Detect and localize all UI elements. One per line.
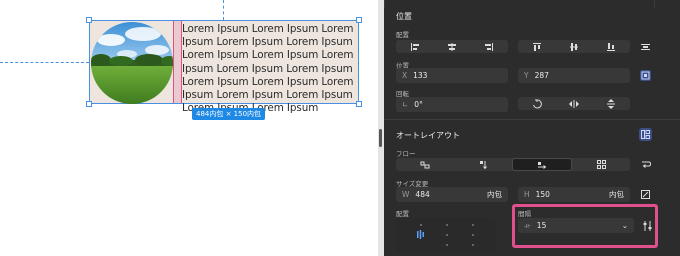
rotation-icon: ∟ — [402, 100, 409, 109]
horizontal-align-group — [396, 40, 508, 53]
rotate-90-button[interactable] — [518, 97, 555, 110]
align-right-icon — [485, 42, 494, 51]
distribute-icon — [641, 43, 650, 50]
h-key: H — [524, 190, 530, 199]
design-canvas[interactable]: Lorem Ipsum Lorem Ipsum Lorem Ipsum Lore… — [0, 0, 384, 256]
x-key: X — [402, 71, 408, 80]
flow-direction-group — [396, 158, 630, 171]
align-dot[interactable] — [472, 244, 474, 246]
flip-vertical-button[interactable] — [593, 97, 630, 110]
vertical-align-group — [518, 40, 630, 53]
flow-label: フロー — [396, 150, 416, 158]
vertical-flow-icon — [480, 160, 487, 169]
w-key: W — [402, 190, 410, 199]
autolayout-section-title: オートレイアウト — [396, 131, 460, 140]
align-dot[interactable] — [446, 244, 448, 246]
frame-size-badge: 484内包 × 150内包 — [192, 108, 266, 120]
flip-vertical-icon — [607, 98, 616, 109]
alignment-label: 配置 — [396, 31, 409, 39]
autolayout-icon — [641, 130, 650, 139]
position-section-title: 位置 — [396, 12, 412, 21]
resize-handle-top-left[interactable] — [86, 17, 92, 23]
panel-resize-handle[interactable] — [379, 129, 382, 147]
rotation-field[interactable]: ∟ 0° — [396, 97, 508, 112]
align-dot[interactable] — [472, 234, 474, 236]
align-left-button[interactable] — [396, 40, 433, 53]
align-bottom-icon — [607, 42, 616, 51]
align-center-h-button[interactable] — [433, 40, 470, 53]
align-left-icon — [410, 42, 419, 51]
autolayout-alignment-label: 配置 — [396, 210, 409, 218]
annotation-highlight — [512, 204, 658, 248]
align-center-horizontal-icon — [447, 42, 456, 51]
height-field[interactable]: H 150 内包 — [518, 187, 630, 202]
align-top-button[interactable] — [518, 40, 555, 53]
horizontal-guide — [0, 62, 89, 63]
align-top-icon — [532, 42, 541, 51]
align-middle-icon — [569, 42, 578, 51]
rotate-icon — [532, 99, 542, 108]
flip-horizontal-icon — [568, 99, 579, 108]
flip-horizontal-button[interactable] — [555, 97, 592, 110]
gap-indicator — [173, 21, 182, 103]
flow-vertical-button[interactable] — [454, 158, 512, 171]
y-value: 287 — [534, 71, 549, 80]
circular-landscape-image[interactable] — [91, 22, 173, 104]
wrap-button[interactable] — [640, 159, 651, 170]
vertical-guide — [223, 0, 224, 20]
x-position-field[interactable]: X 133 — [396, 68, 508, 83]
freeform-icon — [420, 161, 430, 168]
align-dot[interactable] — [472, 224, 474, 226]
constraints-icon — [641, 71, 650, 80]
width-field[interactable]: W 484 内包 — [396, 187, 508, 202]
flow-grid-button[interactable] — [572, 158, 630, 171]
align-middle-button[interactable] — [555, 40, 592, 53]
panel-top-divider-left — [384, 0, 385, 8]
artboard[interactable]: Lorem Ipsum Lorem Ipsum Lorem Ipsum Lore… — [0, 0, 378, 256]
x-value: 133 — [413, 71, 428, 80]
rotation-value: 0° — [414, 100, 423, 109]
resize-handle-bottom-left[interactable] — [86, 101, 92, 107]
clip-icon — [641, 190, 650, 199]
horizontal-flow-icon — [538, 161, 547, 169]
align-bottom-button[interactable] — [593, 40, 630, 53]
flow-none-button[interactable] — [396, 158, 454, 171]
h-mode-dropdown[interactable]: 内包 — [609, 187, 624, 202]
align-dot[interactable] — [420, 224, 422, 226]
transform-button-group — [518, 97, 630, 110]
wrap-icon — [641, 161, 651, 168]
alignment-grid[interactable] — [396, 218, 496, 252]
align-selected-icon[interactable] — [416, 230, 425, 239]
y-position-field[interactable]: Y 287 — [518, 68, 630, 83]
autolayout-frame[interactable]: Lorem Ipsum Lorem Ipsum Lorem Ipsum Lore… — [86, 17, 362, 114]
autolayout-toggle-button[interactable] — [639, 128, 652, 141]
w-value: 484 — [415, 190, 430, 199]
constraints-toggle-button[interactable] — [640, 70, 651, 81]
distribute-button[interactable] — [640, 41, 651, 52]
section-divider — [384, 119, 680, 120]
text-layer[interactable]: Lorem Ipsum Lorem Ipsum Lorem Ipsum Lore… — [182, 23, 358, 115]
align-right-button[interactable] — [471, 40, 508, 53]
flow-horizontal-button[interactable] — [512, 158, 572, 171]
grid-flow-icon — [596, 160, 606, 169]
w-mode-dropdown[interactable]: 内包 — [487, 187, 502, 202]
h-value: 150 — [535, 190, 550, 199]
align-dot[interactable] — [446, 224, 448, 226]
panel-top-divider-right — [654, 0, 655, 8]
clip-content-button[interactable] — [640, 189, 651, 200]
align-dot[interactable] — [446, 234, 448, 236]
y-key: Y — [524, 71, 529, 80]
